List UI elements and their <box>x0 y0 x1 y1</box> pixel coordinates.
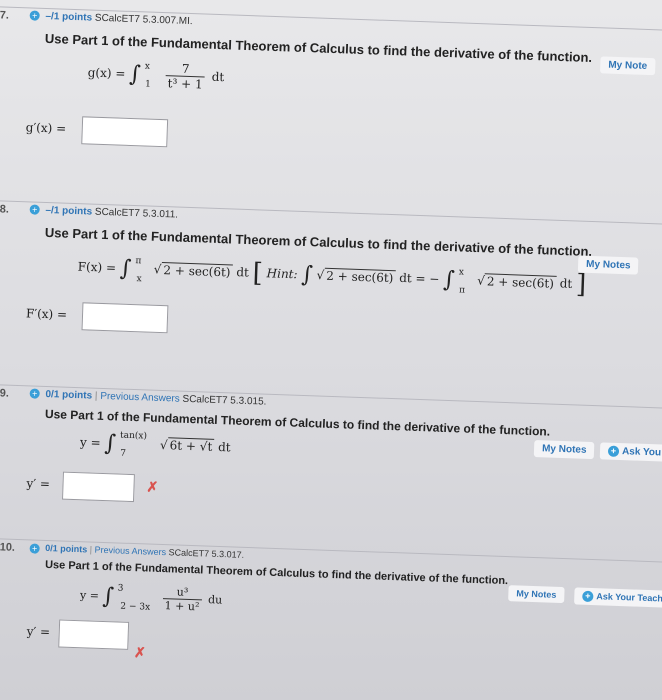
question-9: 9. + 0/1 points | Previous Answers SCalc… <box>0 384 662 560</box>
incorrect-icon: ✗ <box>133 644 147 661</box>
lower-limit: 2 − 3x <box>120 601 151 613</box>
question-number: 8. <box>0 203 10 216</box>
points-label: 0/1 points <box>45 388 93 402</box>
points-label: 0/1 points <box>45 542 88 555</box>
question-header: + –/1 points SCalcET7 5.3.007.MI. <box>29 10 193 28</box>
hint-integrand: 2 + sec(6t) <box>324 267 396 285</box>
function-expression: y = ∫ 3 2 − 3x u³ 1 + u² du <box>80 582 223 614</box>
my-notes-label: My Notes <box>541 443 587 456</box>
answer-label: g′(x) = <box>25 120 67 136</box>
function-lhs: y = <box>79 435 101 450</box>
question-number: 7. <box>0 9 10 22</box>
function-expression: g(x) = ∫ x 1 7 t³ + 1 dt <box>87 58 225 92</box>
my-notes-button[interactable]: My Notes <box>577 255 639 275</box>
ask-teacher-button[interactable]: + Ask You <box>599 442 662 462</box>
numerator: 7 <box>165 61 206 78</box>
my-notes-label: My Notes <box>585 258 631 272</box>
function-lhs: F(x) = <box>77 259 117 275</box>
function-lhs: y = <box>79 588 100 603</box>
question-header: + 0/1 points | Previous Answers SCalcET7… <box>29 388 267 408</box>
upper-limit: 3 <box>117 582 124 594</box>
function-expression: F(x) = ∫ π x √ 2 + sec(6t) dt [ Hint: ∫ √… <box>77 252 587 300</box>
ask-label: Ask Your Teache <box>596 591 662 604</box>
integrand: 6t + √t <box>167 437 215 454</box>
assignment-page: 7. + –/1 points SCalcET7 5.3.007.MI. Use… <box>0 0 662 700</box>
question-header: + –/1 points SCalcET7 5.3.011. <box>29 204 179 221</box>
question-8: 8. + –/1 points SCalcET7 5.3.011. Use Pa… <box>0 200 662 406</box>
sqrt-icon: √ <box>153 262 162 277</box>
question-number: 10. <box>0 541 16 554</box>
integral-sign-icon: ∫ <box>119 256 132 282</box>
points-label: –/1 points <box>45 204 93 218</box>
hint-differential: dt <box>559 276 573 291</box>
denominator: 1 + u² <box>164 599 200 614</box>
integral-sign-icon: ∫ <box>102 583 115 610</box>
numerator: u³ <box>162 585 203 601</box>
sqrt-icon: √ <box>159 437 168 453</box>
differential: dt <box>217 440 231 455</box>
integrand: 2 + sec(6t) <box>161 261 233 280</box>
hint-upper-limit: x <box>458 266 465 278</box>
my-notes-label: My Note <box>608 59 648 72</box>
upper-limit: x <box>144 61 151 72</box>
points-label: –/1 points <box>45 10 93 24</box>
close-bracket-icon: ] <box>575 269 587 300</box>
hint-label: Hint: <box>266 266 298 282</box>
answer-label: F′(x) = <box>25 306 68 322</box>
function-lhs: g(x) = <box>87 65 126 81</box>
answer-label: y′ = <box>26 624 51 640</box>
lower-limit: 1 <box>144 79 151 90</box>
differential: du <box>207 593 223 607</box>
my-notes-button[interactable]: My Notes <box>533 440 595 460</box>
integrand-fraction: 7 t³ + 1 <box>165 61 206 92</box>
answer-input[interactable] <box>62 471 135 503</box>
question-code: SCalcET7 5.3.007.MI. <box>94 12 193 28</box>
my-notes-button[interactable]: My Note <box>600 56 656 76</box>
expand-icon[interactable]: + <box>29 388 40 400</box>
sqrt-icon: √ <box>316 267 325 283</box>
expand-icon[interactable]: + <box>29 543 40 554</box>
my-notes-button[interactable]: My Notes <box>508 585 565 604</box>
differential: dt <box>211 69 225 85</box>
ask-label: Ask You <box>621 446 662 459</box>
integral-sign-icon: ∫ <box>300 262 314 288</box>
denominator: t³ + 1 <box>167 76 203 92</box>
answer-input[interactable] <box>58 619 130 650</box>
question-code: SCalcET7 5.3.011. <box>94 206 179 221</box>
question-number: 9. <box>0 387 10 400</box>
integral-sign-icon: ∫ <box>442 267 456 293</box>
integral-sign-icon: ∫ <box>128 61 142 88</box>
previous-answers-link[interactable]: Previous Answers <box>100 391 180 405</box>
hint-middle: dt = − <box>398 270 440 287</box>
plus-icon: + <box>607 445 620 457</box>
upper-limit: π <box>135 255 142 266</box>
my-notes-label: My Notes <box>516 588 557 600</box>
differential: dt <box>236 265 250 280</box>
incorrect-icon: ✗ <box>146 478 159 495</box>
integral-sign-icon: ∫ <box>104 431 117 457</box>
lower-limit: x <box>136 273 142 284</box>
upper-limit: tan(x) <box>119 430 148 442</box>
question-code: SCalcET7 5.3.015. <box>182 393 267 408</box>
lower-limit: 7 <box>119 448 127 459</box>
integrand-fraction: u³ 1 + u² <box>162 585 203 614</box>
previous-answers-link[interactable]: Previous Answers <box>94 545 166 557</box>
hint-lower-limit: π <box>458 284 466 296</box>
function-expression: y = ∫ tan(x) 7 √ 6t + √t dt <box>80 430 231 460</box>
question-code: SCalcET7 5.3.017. <box>168 547 245 560</box>
hint-integrand-2: 2 + sec(6t) <box>484 272 557 291</box>
ask-teacher-button[interactable]: + Ask Your Teache <box>574 587 662 608</box>
open-bracket-icon: [ <box>252 258 264 289</box>
plus-icon: + <box>582 590 594 603</box>
expand-icon[interactable]: + <box>29 204 40 216</box>
answer-label: y′ = <box>26 476 51 492</box>
answer-input[interactable] <box>81 302 169 334</box>
question-7: 7. + –/1 points SCalcET7 5.3.007.MI. Use… <box>0 6 662 222</box>
question-10: 10. + 0/1 points | Previous Answers SCal… <box>0 538 662 700</box>
answer-input[interactable] <box>81 116 169 148</box>
question-header: + 0/1 points | Previous Answers SCalcET7… <box>29 542 245 560</box>
expand-icon[interactable]: + <box>29 10 40 22</box>
